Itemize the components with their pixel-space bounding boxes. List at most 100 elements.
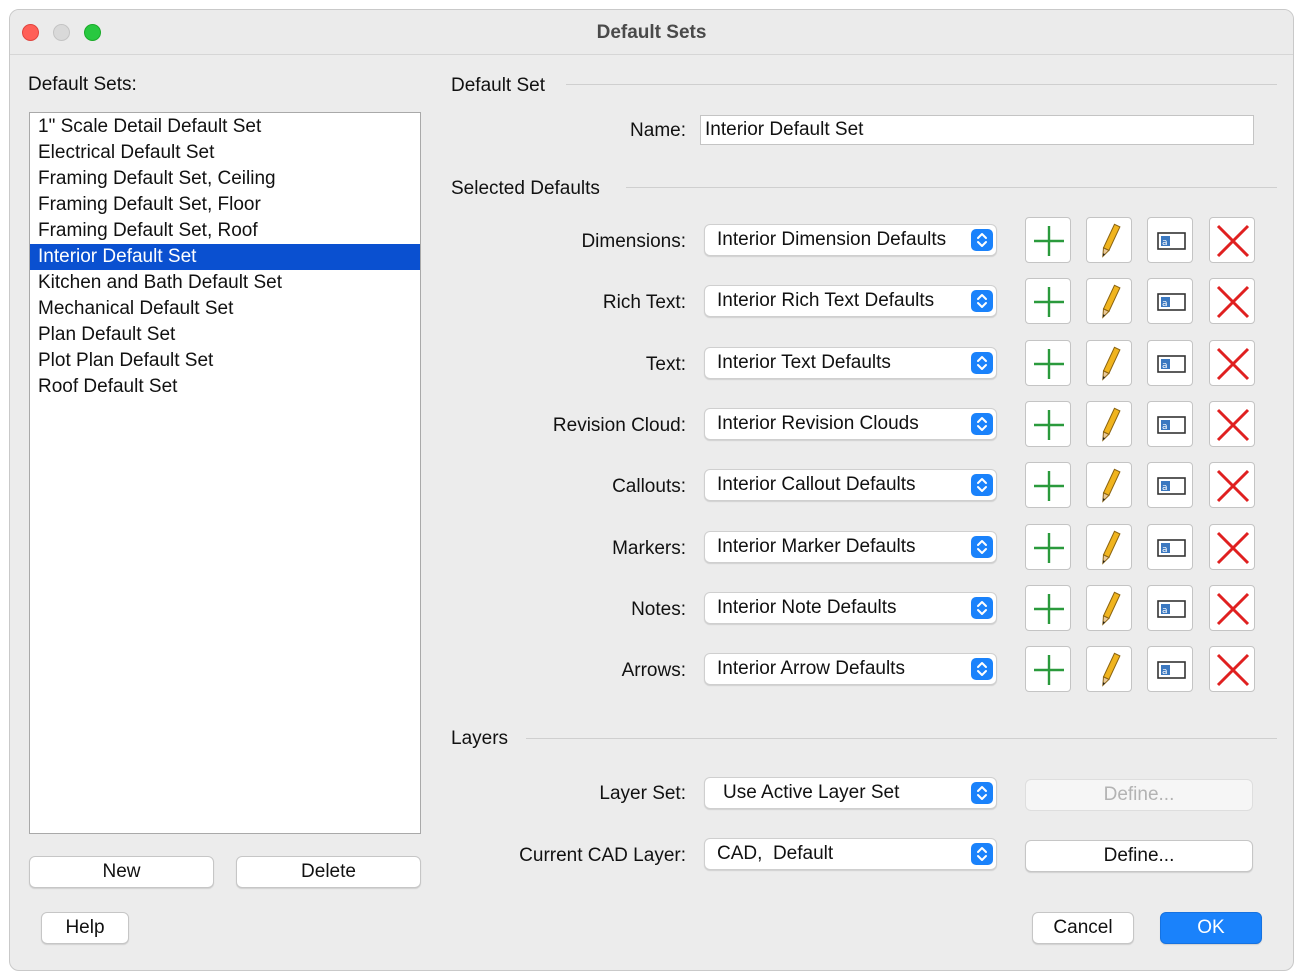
current-cad-layer-label: Current CAD Layer: xyxy=(519,845,686,866)
list-item[interactable]: Electrical Default Set xyxy=(30,140,420,166)
default-set-section-title: Default Set xyxy=(451,75,545,96)
delete-x-button[interactable] xyxy=(1209,646,1255,692)
rename-button[interactable]: a xyxy=(1147,340,1193,386)
svg-text:a: a xyxy=(1162,545,1168,555)
delete-x-button[interactable] xyxy=(1209,340,1255,386)
plus-button[interactable] xyxy=(1025,646,1071,692)
default-row-label: Text: xyxy=(645,354,686,375)
default-row-value: Interior Note Defaults xyxy=(717,597,897,618)
layer-set-value: Use Active Layer Set xyxy=(723,782,900,803)
default-row-label: Rich Text: xyxy=(602,292,686,313)
list-item[interactable]: Framing Default Set, Ceiling xyxy=(30,166,420,192)
default-row-value: Interior Dimension Defaults xyxy=(717,229,947,250)
popup-chevron-icon xyxy=(971,290,993,312)
plus-button[interactable] xyxy=(1025,278,1071,324)
pencil-button[interactable] xyxy=(1086,462,1132,508)
popup-chevron-icon xyxy=(971,229,993,251)
popup-chevron-icon xyxy=(971,658,993,680)
default-row-label: Dimensions: xyxy=(581,231,686,252)
cancel-button[interactable]: Cancel xyxy=(1032,912,1134,944)
pencil-button[interactable] xyxy=(1086,524,1132,570)
rename-button[interactable]: a xyxy=(1147,462,1193,508)
rename-button[interactable]: a xyxy=(1147,401,1193,447)
plus-button[interactable] xyxy=(1025,340,1071,386)
new-button[interactable]: New xyxy=(29,856,214,888)
svg-text:a: a xyxy=(1162,299,1168,309)
list-item[interactable]: Roof Default Set xyxy=(30,374,420,400)
list-item[interactable]: Framing Default Set, Roof xyxy=(30,218,420,244)
popup-chevron-icon xyxy=(971,352,993,374)
svg-text:a: a xyxy=(1162,483,1168,493)
pencil-button[interactable] xyxy=(1086,278,1132,324)
pencil-button[interactable] xyxy=(1086,401,1132,447)
list-item[interactable]: Interior Default Set xyxy=(30,244,420,270)
delete-x-button[interactable] xyxy=(1209,462,1255,508)
pencil-button[interactable] xyxy=(1086,585,1132,631)
plus-button[interactable] xyxy=(1025,401,1071,447)
list-item[interactable]: Framing Default Set, Floor xyxy=(30,192,420,218)
ok-button[interactable]: OK xyxy=(1160,912,1262,944)
rename-button[interactable]: a xyxy=(1147,585,1193,631)
delete-x-button[interactable] xyxy=(1209,524,1255,570)
default-row-popup[interactable]: Interior Marker Defaults xyxy=(704,531,997,563)
list-item[interactable]: Plan Default Set xyxy=(30,322,420,348)
plus-button[interactable] xyxy=(1025,524,1071,570)
name-field[interactable]: Interior Default Set xyxy=(700,115,1254,145)
delete-x-button[interactable] xyxy=(1209,401,1255,447)
layer-set-define-button[interactable]: Define... xyxy=(1025,779,1253,811)
popup-chevron-icon xyxy=(971,843,993,865)
popup-chevron-icon xyxy=(971,413,993,435)
pencil-button[interactable] xyxy=(1086,217,1132,263)
rename-button[interactable]: a xyxy=(1147,646,1193,692)
name-label: Name: xyxy=(630,120,686,141)
svg-text:a: a xyxy=(1162,667,1168,677)
layers-section-title: Layers xyxy=(451,728,509,749)
current-cad-layer-value: CAD, Default xyxy=(717,843,834,864)
default-row-label: Arrows: xyxy=(621,660,686,681)
default-row-popup[interactable]: Interior Text Defaults xyxy=(704,347,997,379)
default-row-popup[interactable]: Interior Rich Text Defaults xyxy=(704,285,997,317)
plus-button[interactable] xyxy=(1025,217,1071,263)
default-row-popup[interactable]: Interior Revision Clouds xyxy=(704,408,997,440)
svg-text:a: a xyxy=(1162,361,1168,371)
default-row-value: Interior Arrow Defaults xyxy=(717,658,905,679)
help-button[interactable]: Help xyxy=(41,912,129,944)
popup-chevron-icon xyxy=(971,782,993,804)
default-sets-list[interactable]: 1" Scale Detail Default Set Electrical De… xyxy=(29,112,421,834)
rename-button[interactable]: a xyxy=(1147,524,1193,570)
list-item[interactable]: Mechanical Default Set xyxy=(30,296,420,322)
list-item[interactable]: Plot Plan Default Set xyxy=(30,348,420,374)
pencil-button[interactable] xyxy=(1086,646,1132,692)
default-row-label: Notes: xyxy=(631,599,686,620)
delete-x-button[interactable] xyxy=(1209,217,1255,263)
section-divider xyxy=(566,84,1277,85)
title-bar: Default Sets xyxy=(10,10,1293,55)
default-row-popup[interactable]: Interior Dimension Defaults xyxy=(704,224,997,256)
default-row-value: Interior Marker Defaults xyxy=(717,536,916,557)
cad-layer-define-button[interactable]: Define... xyxy=(1025,840,1253,872)
default-row-value: Interior Rich Text Defaults xyxy=(717,290,935,311)
delete-button[interactable]: Delete xyxy=(236,856,421,888)
default-row-popup[interactable]: Interior Note Defaults xyxy=(704,592,997,624)
rename-button[interactable]: a xyxy=(1147,217,1193,263)
plus-button[interactable] xyxy=(1025,462,1071,508)
default-row-label: Revision Cloud: xyxy=(552,415,686,436)
rename-button[interactable]: a xyxy=(1147,278,1193,324)
delete-x-button[interactable] xyxy=(1209,585,1255,631)
current-cad-layer-popup[interactable]: CAD, Default xyxy=(704,838,997,870)
window-title: Default Sets xyxy=(596,22,707,43)
dialog-window: Default Sets Default Sets: 1" Scale Deta… xyxy=(9,9,1294,971)
default-row-popup[interactable]: Interior Callout Defaults xyxy=(704,469,997,501)
default-row-value: Interior Revision Clouds xyxy=(717,413,919,434)
default-row-label: Markers: xyxy=(612,538,686,559)
delete-x-button[interactable] xyxy=(1209,278,1255,324)
layer-set-popup[interactable]: Use Active Layer Set xyxy=(704,777,997,809)
default-row-label: Callouts: xyxy=(612,476,686,497)
pencil-button[interactable] xyxy=(1086,340,1132,386)
plus-button[interactable] xyxy=(1025,585,1071,631)
default-row-value: Interior Callout Defaults xyxy=(717,474,916,495)
svg-text:a: a xyxy=(1162,422,1168,432)
list-item[interactable]: Kitchen and Bath Default Set xyxy=(30,270,420,296)
list-item[interactable]: 1" Scale Detail Default Set xyxy=(30,114,420,140)
default-row-popup[interactable]: Interior Arrow Defaults xyxy=(704,653,997,685)
